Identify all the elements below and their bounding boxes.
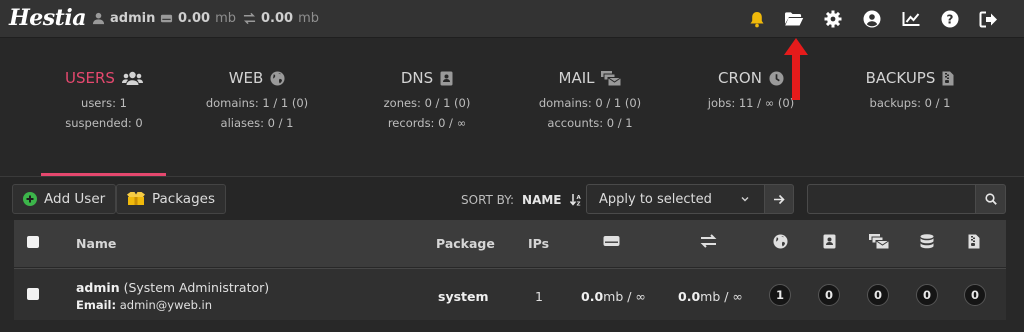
svg-text:A: A xyxy=(576,195,581,201)
databases-badge: 0 xyxy=(916,284,938,306)
dns-records-count: records: 0 / ∞ xyxy=(387,116,467,130)
row-checkbox[interactable] xyxy=(27,288,39,300)
header-name[interactable]: Name xyxy=(76,236,116,251)
user-login: admin xyxy=(76,280,120,295)
hdd-icon xyxy=(603,236,620,246)
tab-backups[interactable]: BACKUPS backups: 0 / 1 xyxy=(835,69,985,110)
ips-cell: 1 xyxy=(535,289,543,304)
web-domains-count: domains: 1 / 1 (0) xyxy=(205,96,309,110)
suspended-count: suspended: 0 xyxy=(65,116,143,130)
exchange-icon xyxy=(700,234,717,248)
svg-text:?: ? xyxy=(947,12,954,26)
mail-domains-count: domains: 0 / 1 (0) xyxy=(538,96,642,110)
toolbar: Add User Packages SORT BY: NAME AZ Apply… xyxy=(0,176,1024,220)
header-bandwidth-icon xyxy=(700,234,717,251)
book-icon xyxy=(440,71,453,85)
file-archive-icon xyxy=(968,234,980,249)
tab-users[interactable]: USERS users: 1 suspended: 0 xyxy=(29,69,179,130)
bandwidth-cell: 0.0mb / ∞ xyxy=(678,289,743,304)
header-database-icon xyxy=(920,234,934,252)
header-disk-icon xyxy=(603,234,620,251)
tab-dns[interactable]: DNS zones: 0 / 1 (0) records: 0 / ∞ xyxy=(352,69,502,130)
overview-tabs: USERS users: 1 suspended: 0 WEB domains:… xyxy=(0,39,1024,176)
users-icon xyxy=(121,71,143,85)
user-circle-icon[interactable] xyxy=(861,8,883,30)
mail-bulk-icon xyxy=(869,234,890,250)
chevron-down-icon xyxy=(741,197,749,202)
search-icon xyxy=(984,193,997,205)
tab-mail[interactable]: MAIL domains: 0 / 1 (0) accounts: 0 / 1 xyxy=(515,69,665,130)
package-value: system xyxy=(438,289,489,304)
sort-alpha-down-icon: AZ xyxy=(569,194,581,207)
bulk-action-value: Apply to selected xyxy=(599,191,712,207)
disk-cell: 0.0mb / ∞ xyxy=(581,289,646,304)
users-count: users: 1 xyxy=(81,96,127,110)
user-email: admin@yweb.in xyxy=(119,298,213,312)
select-all-checkbox[interactable] xyxy=(27,236,39,248)
header-ips[interactable]: IPs xyxy=(528,236,549,251)
question-icon[interactable]: ? xyxy=(939,8,961,30)
user-fullname: (System Administrator) xyxy=(123,280,270,295)
email-label: Email: xyxy=(76,298,117,312)
bell-icon[interactable] xyxy=(746,8,768,30)
annotation-arrow-icon xyxy=(784,38,808,100)
table-header: Name Package IPs xyxy=(14,220,1006,267)
user-email-cell: Email: admin@yweb.in xyxy=(76,298,212,312)
user-name-cell[interactable]: admin (System Administrator) xyxy=(76,280,269,295)
backups-count: backups: 0 / 1 xyxy=(869,96,951,110)
search-button[interactable] xyxy=(975,184,1006,214)
sort-by-control[interactable]: SORT BY: NAME AZ xyxy=(461,193,583,207)
header-web-icon xyxy=(773,234,788,252)
sort-by-label: SORT BY: xyxy=(461,193,515,207)
gear-icon[interactable] xyxy=(822,8,844,30)
disk-limit: mb / ∞ xyxy=(603,289,646,304)
tab-dns-title: DNS xyxy=(400,69,434,87)
arrow-right-icon xyxy=(774,194,785,204)
disk-used: 0.0 xyxy=(581,289,604,304)
mail-domains-badge: 0 xyxy=(867,284,889,306)
bandwidth-used: 0.0 xyxy=(678,289,701,304)
file-archive-icon xyxy=(942,71,954,85)
sort-by-value: NAME xyxy=(522,193,562,207)
sign-out-icon[interactable] xyxy=(977,8,999,30)
packages-label: Packages xyxy=(152,191,215,207)
table-row: admin (System Administrator) Email: admi… xyxy=(14,268,1006,320)
dns-domains-badge: 0 xyxy=(818,284,840,306)
box-icon xyxy=(127,192,145,205)
tab-users-title: USERS xyxy=(65,69,115,87)
plus-circle-icon xyxy=(23,192,37,206)
folder-open-icon[interactable] xyxy=(783,8,805,30)
tab-web[interactable]: WEB domains: 1 / 1 (0) aliases: 0 / 1 xyxy=(182,69,332,130)
mail-accounts-count: accounts: 0 / 1 xyxy=(547,116,633,130)
add-user-button[interactable]: Add User xyxy=(12,184,117,214)
bandwidth-limit: mb / ∞ xyxy=(700,289,743,304)
bulk-action-select[interactable]: Apply to selected xyxy=(586,184,765,214)
header-package[interactable]: Package xyxy=(436,236,495,251)
add-user-label: Add User xyxy=(44,191,106,207)
header-mail-icon xyxy=(869,234,890,252)
top-bar: Hestia admin 0.00 mb 0.00 mb ? xyxy=(0,0,1024,38)
clock-icon xyxy=(769,70,784,86)
dns-zones-count: zones: 0 / 1 (0) xyxy=(383,96,471,110)
tab-web-title: WEB xyxy=(228,69,264,87)
book-icon xyxy=(823,234,836,249)
tab-cron-title: CRON xyxy=(718,69,762,87)
header-dns-icon xyxy=(823,234,836,252)
header-backups-icon xyxy=(968,234,980,252)
search-input[interactable] xyxy=(807,184,976,214)
globe-icon xyxy=(270,70,285,86)
web-aliases-count: aliases: 0 / 1 xyxy=(220,116,294,130)
chart-line-icon[interactable] xyxy=(900,8,922,30)
backups-badge: 0 xyxy=(964,284,986,306)
database-icon xyxy=(920,234,934,249)
svg-text:Z: Z xyxy=(576,202,580,207)
tab-mail-title: MAIL xyxy=(558,69,595,87)
mail-bulk-icon xyxy=(601,70,622,86)
tab-backups-title: BACKUPS xyxy=(865,69,936,87)
globe-icon xyxy=(773,234,788,249)
packages-button[interactable]: Packages xyxy=(116,184,226,214)
web-domains-badge: 1 xyxy=(769,284,791,306)
apply-bulk-button[interactable] xyxy=(764,184,794,214)
package-cell: system xyxy=(438,289,489,304)
